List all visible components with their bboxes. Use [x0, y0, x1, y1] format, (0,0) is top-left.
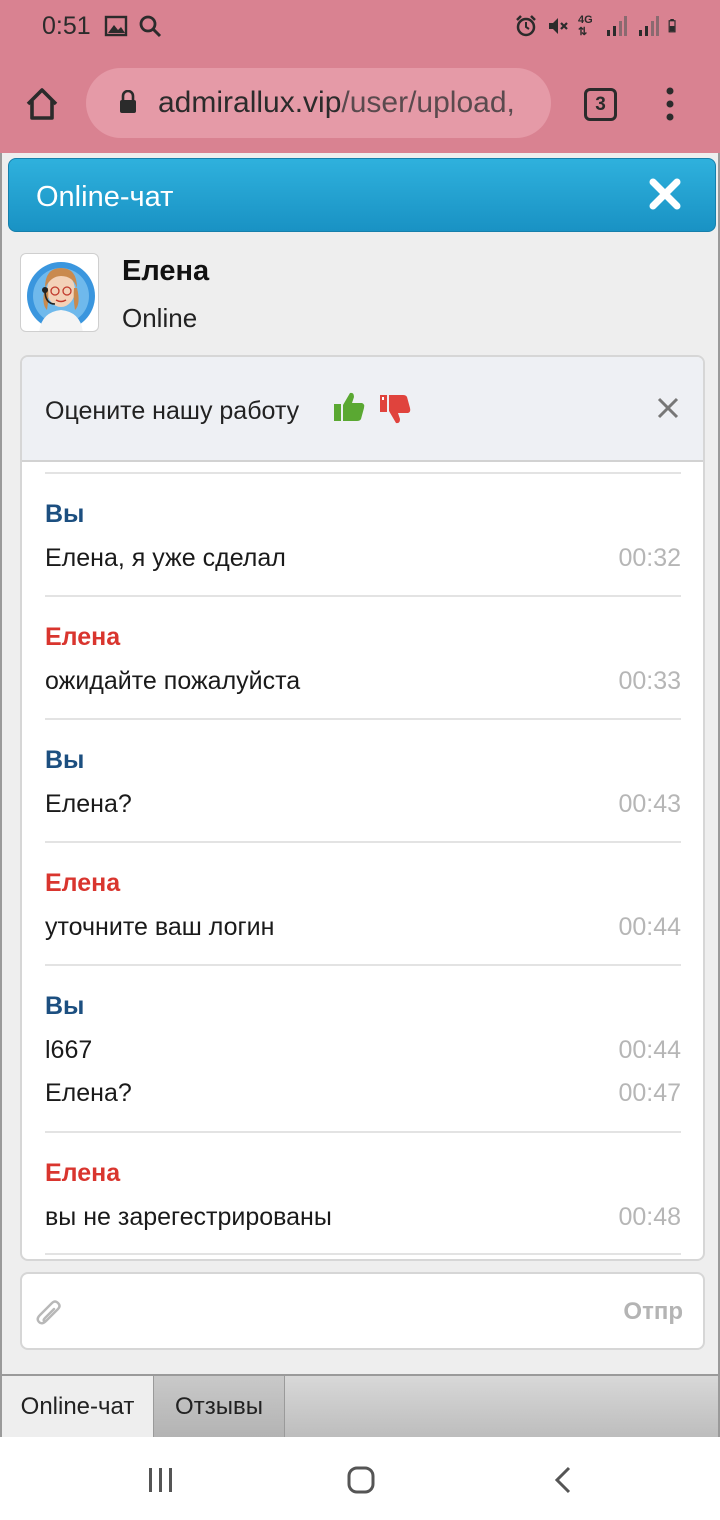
message-text: ожидайте пожалуйста	[45, 667, 301, 695]
rating-prompt: Оцените нашу работу	[45, 397, 300, 425]
message-text: l667	[45, 1036, 93, 1064]
widget-title: Online-чат	[36, 181, 174, 213]
thumbs-up-icon[interactable]	[332, 390, 366, 424]
alarm-icon	[516, 15, 536, 37]
more-menu-icon[interactable]	[662, 86, 678, 122]
message-line: Елена? 00:43	[45, 790, 681, 822]
url-host: admirallux.vip	[158, 86, 342, 119]
status-time: 0:51	[42, 12, 91, 40]
message-input[interactable]: Отпр	[20, 1272, 705, 1350]
message-group: Вы Елена, я уже сделал 00:32	[45, 472, 681, 596]
message-group: Вы Елена? 00:43	[45, 718, 681, 842]
message-text: Елена?	[45, 1079, 132, 1107]
message-text: вы не зарегестрированы	[45, 1203, 332, 1231]
agent-status: Online	[122, 303, 198, 333]
recent-apps-icon[interactable]	[146, 1467, 176, 1493]
browser-chrome: 0:51 4G ⇅ admirallux.vip/user/upload, 3	[0, 0, 720, 153]
message-time: 00:43	[618, 790, 681, 818]
close-icon[interactable]	[645, 174, 685, 214]
message-line: Елена? 00:47	[45, 1079, 681, 1111]
widget-header: Online-чат	[8, 158, 716, 232]
battery-icon	[668, 19, 676, 33]
lock-icon	[120, 90, 136, 113]
message-group: Елена ожидайте пожалуйста 00:33	[45, 595, 681, 719]
message-time: 00:48	[618, 1203, 681, 1231]
message-time: 00:32	[618, 544, 681, 572]
network-label: 4G	[578, 14, 593, 26]
chat-message-panel[interactable]: Оцените нашу работу Вы Елена, я уже сдел…	[20, 355, 705, 1261]
search-icon	[139, 15, 162, 38]
dismiss-rating-icon[interactable]	[655, 395, 681, 421]
message-line: уточните ваш логин 00:44	[45, 913, 681, 945]
home-nav-icon[interactable]	[346, 1465, 376, 1495]
message-time: 00:44	[618, 1036, 681, 1064]
message-text: Елена?	[45, 790, 132, 818]
avatar	[20, 253, 99, 332]
agent-name: Елена	[122, 255, 210, 287]
url-text[interactable]: admirallux.vip/user/upload,	[158, 86, 538, 120]
message-line: Елена, я уже сделал 00:32	[45, 544, 681, 576]
rating-bar: Оцените нашу работу	[22, 357, 703, 462]
url-path: /user/upload,	[341, 86, 515, 119]
message-line: l667 00:44	[45, 1036, 681, 1068]
message-line: вы не зарегестрированы 00:48	[45, 1203, 681, 1235]
message-text: Елена, я уже сделал	[45, 544, 286, 572]
4g-icon: 4G ⇅	[578, 14, 593, 38]
message-group: Елена уточните ваш логин 00:44	[45, 841, 681, 965]
paperclip-icon[interactable]	[36, 1299, 64, 1329]
message-sender: Вы	[45, 746, 85, 774]
system-nav-bar	[0, 1437, 720, 1520]
message-line: ожидайте пожалуйста 00:33	[45, 667, 681, 699]
home-icon[interactable]	[22, 84, 62, 124]
message-time: 00:47	[618, 1079, 681, 1107]
message-group: Вы l667 00:44 Елена? 00:47	[45, 964, 681, 1132]
message-sender: Елена	[45, 623, 121, 651]
message-sender: Елена	[45, 869, 121, 897]
tab-online-chat[interactable]: Online-чат	[2, 1376, 154, 1437]
send-button[interactable]: Отпр	[623, 1298, 683, 1326]
chat-widget: Online-чат Елена Online Оцените нашу раб…	[0, 153, 720, 1437]
widget-tab-bar: Online-чат Отзывы	[2, 1374, 718, 1437]
message-sender: Вы	[45, 500, 85, 528]
message-time: 00:44	[618, 913, 681, 941]
signal-icon	[607, 16, 627, 36]
tab-switcher-button[interactable]: 3	[584, 88, 617, 121]
back-nav-icon[interactable]	[552, 1465, 574, 1495]
tab-reviews[interactable]: Отзывы	[154, 1376, 285, 1437]
message-sender: Елена	[45, 1159, 121, 1187]
message-group: Елена вы не зарегестрированы 00:48	[45, 1131, 681, 1255]
thumbs-down-icon[interactable]	[378, 392, 412, 426]
agent-avatar-image	[27, 262, 95, 331]
message-time: 00:33	[618, 667, 681, 695]
signal-icon-2	[639, 16, 659, 36]
message-sender: Вы	[45, 992, 85, 1020]
mute-icon	[549, 18, 568, 34]
message-text: уточните ваш логин	[45, 913, 275, 941]
gallery-icon	[104, 15, 128, 37]
